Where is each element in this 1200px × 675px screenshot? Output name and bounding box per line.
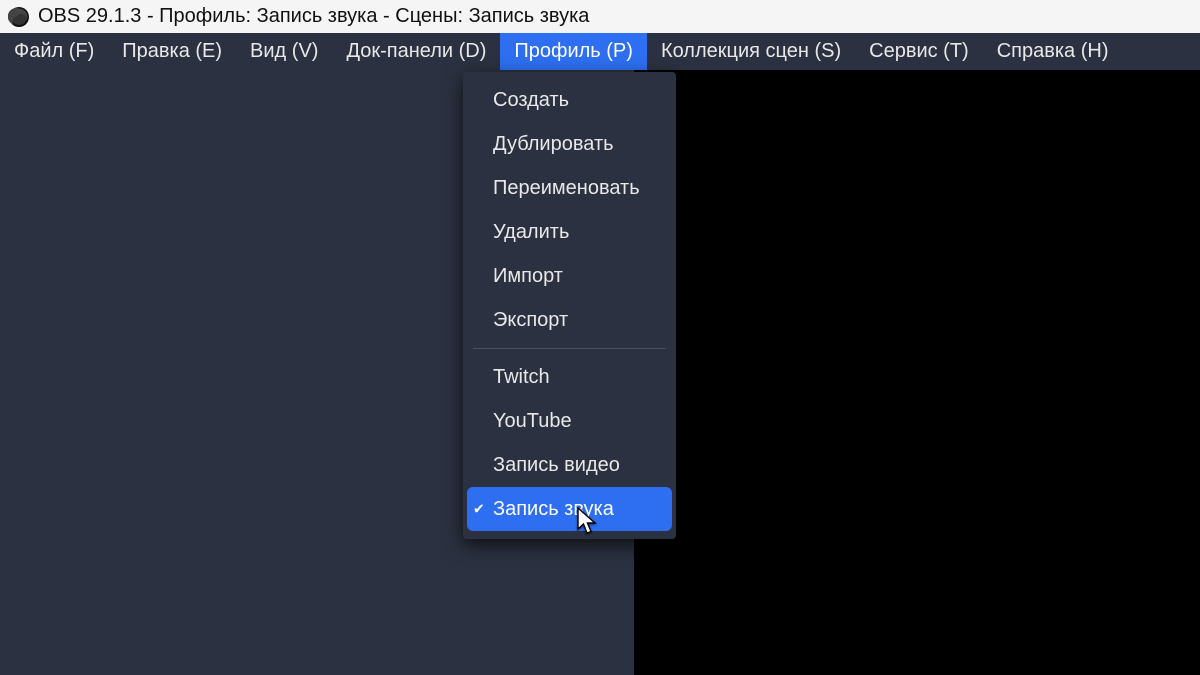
menu-profile[interactable]: Профиль (P) (500, 33, 647, 70)
menu-item-duplicate[interactable]: Дублировать (463, 122, 676, 166)
menu-docks[interactable]: Док-панели (D) (332, 33, 500, 70)
window-titlebar: OBS 29.1.3 - Профиль: Запись звука - Сце… (0, 0, 1200, 33)
check-icon: ✔ (473, 501, 485, 518)
profile-item-audio[interactable]: ✔ Запись звука (467, 487, 672, 531)
window-title: OBS 29.1.3 - Профиль: Запись звука - Сце… (38, 5, 589, 28)
menu-item-delete[interactable]: Удалить (463, 210, 676, 254)
menu-view[interactable]: Вид (V) (236, 33, 332, 70)
workspace: Создать Дублировать Переименовать Удалит… (0, 70, 1200, 675)
profile-item-audio-label: Запись звука (493, 498, 614, 521)
profile-item-twitch[interactable]: Twitch (463, 355, 676, 399)
profile-item-youtube[interactable]: YouTube (463, 399, 676, 443)
menu-tools[interactable]: Сервис (T) (855, 33, 983, 70)
menu-scene-collection[interactable]: Коллекция сцен (S) (647, 33, 855, 70)
menu-item-import[interactable]: Импорт (463, 254, 676, 298)
menu-help[interactable]: Справка (H) (983, 33, 1123, 70)
menu-item-new[interactable]: Создать (463, 78, 676, 122)
menu-item-export[interactable]: Экспорт (463, 298, 676, 342)
menu-edit[interactable]: Правка (E) (108, 33, 236, 70)
profile-item-video[interactable]: Запись видео (463, 443, 676, 487)
menu-file[interactable]: Файл (F) (0, 33, 108, 70)
menu-item-rename[interactable]: Переименовать (463, 166, 676, 210)
preview-area (634, 70, 1200, 675)
menu-bar: Файл (F) Правка (E) Вид (V) Док-панели (… (0, 33, 1200, 70)
menu-separator (473, 348, 666, 349)
profile-dropdown: Создать Дублировать Переименовать Удалит… (463, 72, 676, 539)
obs-app-icon (8, 6, 30, 28)
